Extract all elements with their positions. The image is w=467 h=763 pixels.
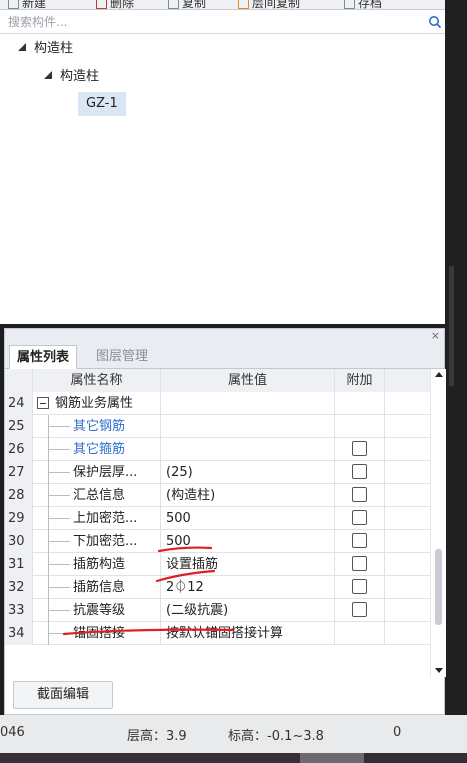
tree-branch-line — [43, 530, 70, 553]
close-icon[interactable]: × — [431, 329, 440, 342]
tree-branch-line — [43, 576, 70, 599]
add-checkbox[interactable] — [352, 441, 367, 456]
tree-branch-line — [43, 553, 70, 576]
delete-button[interactable]: 删除 — [96, 0, 134, 9]
property-name: 插筋信息 — [73, 580, 126, 595]
property-name: 下加密范... — [73, 534, 138, 549]
search-bar — [0, 10, 445, 34]
column-header-add: 附加 — [335, 369, 385, 392]
archive-button[interactable]: 存档 — [344, 0, 382, 9]
property-value[interactable]: 设置插筋 — [161, 553, 335, 576]
column-header-name: 属性名称 — [33, 369, 161, 392]
property-value[interactable]: 500 — [161, 530, 335, 553]
property-name: 抗震等级 — [73, 603, 126, 618]
add-checkbox[interactable] — [352, 464, 367, 479]
collapse-icon[interactable] — [37, 397, 49, 409]
floor-copy-button[interactable]: 层间复制 — [238, 0, 300, 9]
section-edit-button[interactable]: 截面编辑 — [13, 681, 113, 709]
taskbar-strip — [0, 753, 467, 763]
property-row[interactable]: 29 上加密范... 500 — [5, 507, 430, 530]
property-row[interactable]: 32 插筋信息 2⏀12 — [5, 576, 430, 599]
window-scroll-thumb[interactable] — [449, 266, 454, 386]
property-name: 锚固搭接 — [73, 626, 126, 641]
tree-branch-line — [43, 507, 70, 530]
tree-branch-line — [43, 461, 70, 484]
property-row[interactable]: 34 锚固搭接 按默认锚固搭接计算 — [5, 622, 430, 645]
tree-node-root[interactable]: 构造柱 — [18, 38, 73, 60]
tree-branch-line — [43, 599, 70, 622]
property-value[interactable]: 按默认锚固搭接计算 — [161, 622, 335, 645]
property-name: 上加密范... — [73, 511, 138, 526]
component-tree: 构造柱 构造柱 GZ-1 — [0, 34, 445, 324]
search-icon[interactable] — [428, 15, 442, 29]
property-row[interactable]: 27 保护层厚... (25) — [5, 461, 430, 484]
scroll-up-icon[interactable] — [435, 372, 443, 377]
property-name: 插筋构造 — [73, 557, 126, 572]
add-checkbox[interactable] — [352, 556, 367, 571]
expand-triangle-icon[interactable] — [18, 43, 26, 51]
copy-icon — [168, 0, 179, 9]
status-bar: 046 层高：3.9 标高：-0.1~3.8 0 — [0, 715, 467, 753]
status-left: 046 — [0, 725, 25, 740]
property-row[interactable]: 25 其它钢筋 — [5, 415, 430, 438]
scroll-down-icon[interactable] — [435, 668, 443, 673]
new-icon — [8, 0, 19, 9]
delete-icon — [96, 0, 107, 9]
property-value[interactable]: (构造柱) — [161, 484, 335, 507]
property-value[interactable]: 500 — [161, 507, 335, 530]
property-name: 保护层厚... — [73, 465, 138, 480]
add-checkbox[interactable] — [352, 579, 367, 594]
property-value[interactable]: (二级抗震) — [161, 599, 335, 622]
toolbar: 新建 删除 复制 层间复制 存档 — [0, 0, 445, 10]
property-row[interactable]: 26 其它箍筋 — [5, 438, 430, 461]
tree-node-child[interactable]: 构造柱 — [44, 66, 99, 88]
property-row[interactable]: 30 下加密范... 500 — [5, 530, 430, 553]
add-checkbox[interactable] — [352, 533, 367, 548]
window-edge — [445, 0, 467, 715]
add-checkbox[interactable] — [352, 487, 367, 502]
property-name: 汇总信息 — [73, 488, 126, 503]
floor-height: 层高：3.9 — [127, 729, 187, 744]
expand-triangle-icon[interactable] — [44, 71, 52, 79]
column-header-value: 属性值 — [161, 369, 335, 392]
add-checkbox[interactable] — [352, 510, 367, 525]
property-name: 其它箍筋 — [73, 442, 126, 457]
status-count: 0 — [393, 725, 402, 740]
property-value[interactable]: 2⏀12 — [161, 576, 335, 599]
tree-branch-line — [43, 438, 70, 461]
panel-header: × — [5, 329, 444, 345]
panel-tabs: 属性列表 图层管理 — [5, 345, 444, 369]
floor-copy-icon — [238, 0, 249, 9]
property-value[interactable] — [161, 415, 335, 438]
elevation: 标高：-0.1~3.8 — [228, 729, 324, 744]
tree-node-leaf-selected[interactable]: GZ-1 — [78, 92, 126, 116]
property-row[interactable]: 28 汇总信息 (构造柱) — [5, 484, 430, 507]
tab-property-list[interactable]: 属性列表 — [9, 345, 78, 369]
tree-branch-line — [43, 484, 70, 507]
property-panel: × 属性列表 图层管理 属性名称 属性值 附加 24 钢筋业务属性 25 其它钢筋… — [4, 328, 446, 715]
property-row[interactable]: 31 插筋构造 设置插筋 — [5, 553, 430, 576]
search-input[interactable] — [8, 13, 418, 31]
archive-icon — [344, 0, 355, 9]
copy-button[interactable]: 复制 — [168, 0, 206, 9]
tab-layer-management[interactable]: 图层管理 — [89, 345, 155, 369]
tree-branch-line — [43, 622, 70, 645]
group-row[interactable]: 24 钢筋业务属性 — [5, 392, 430, 415]
tree-branch-line — [43, 415, 70, 438]
grid-header: 属性名称 属性值 附加 — [5, 369, 430, 392]
add-checkbox[interactable] — [352, 602, 367, 617]
new-button[interactable]: 新建 — [8, 0, 46, 9]
property-row[interactable]: 33 抗震等级 (二级抗震) — [5, 599, 430, 622]
property-value[interactable] — [161, 438, 335, 461]
property-value[interactable]: (25) — [161, 461, 335, 484]
scroll-thumb[interactable] — [435, 549, 442, 625]
property-name: 其它钢筋 — [73, 419, 126, 434]
property-scrollbar[interactable] — [430, 369, 446, 677]
